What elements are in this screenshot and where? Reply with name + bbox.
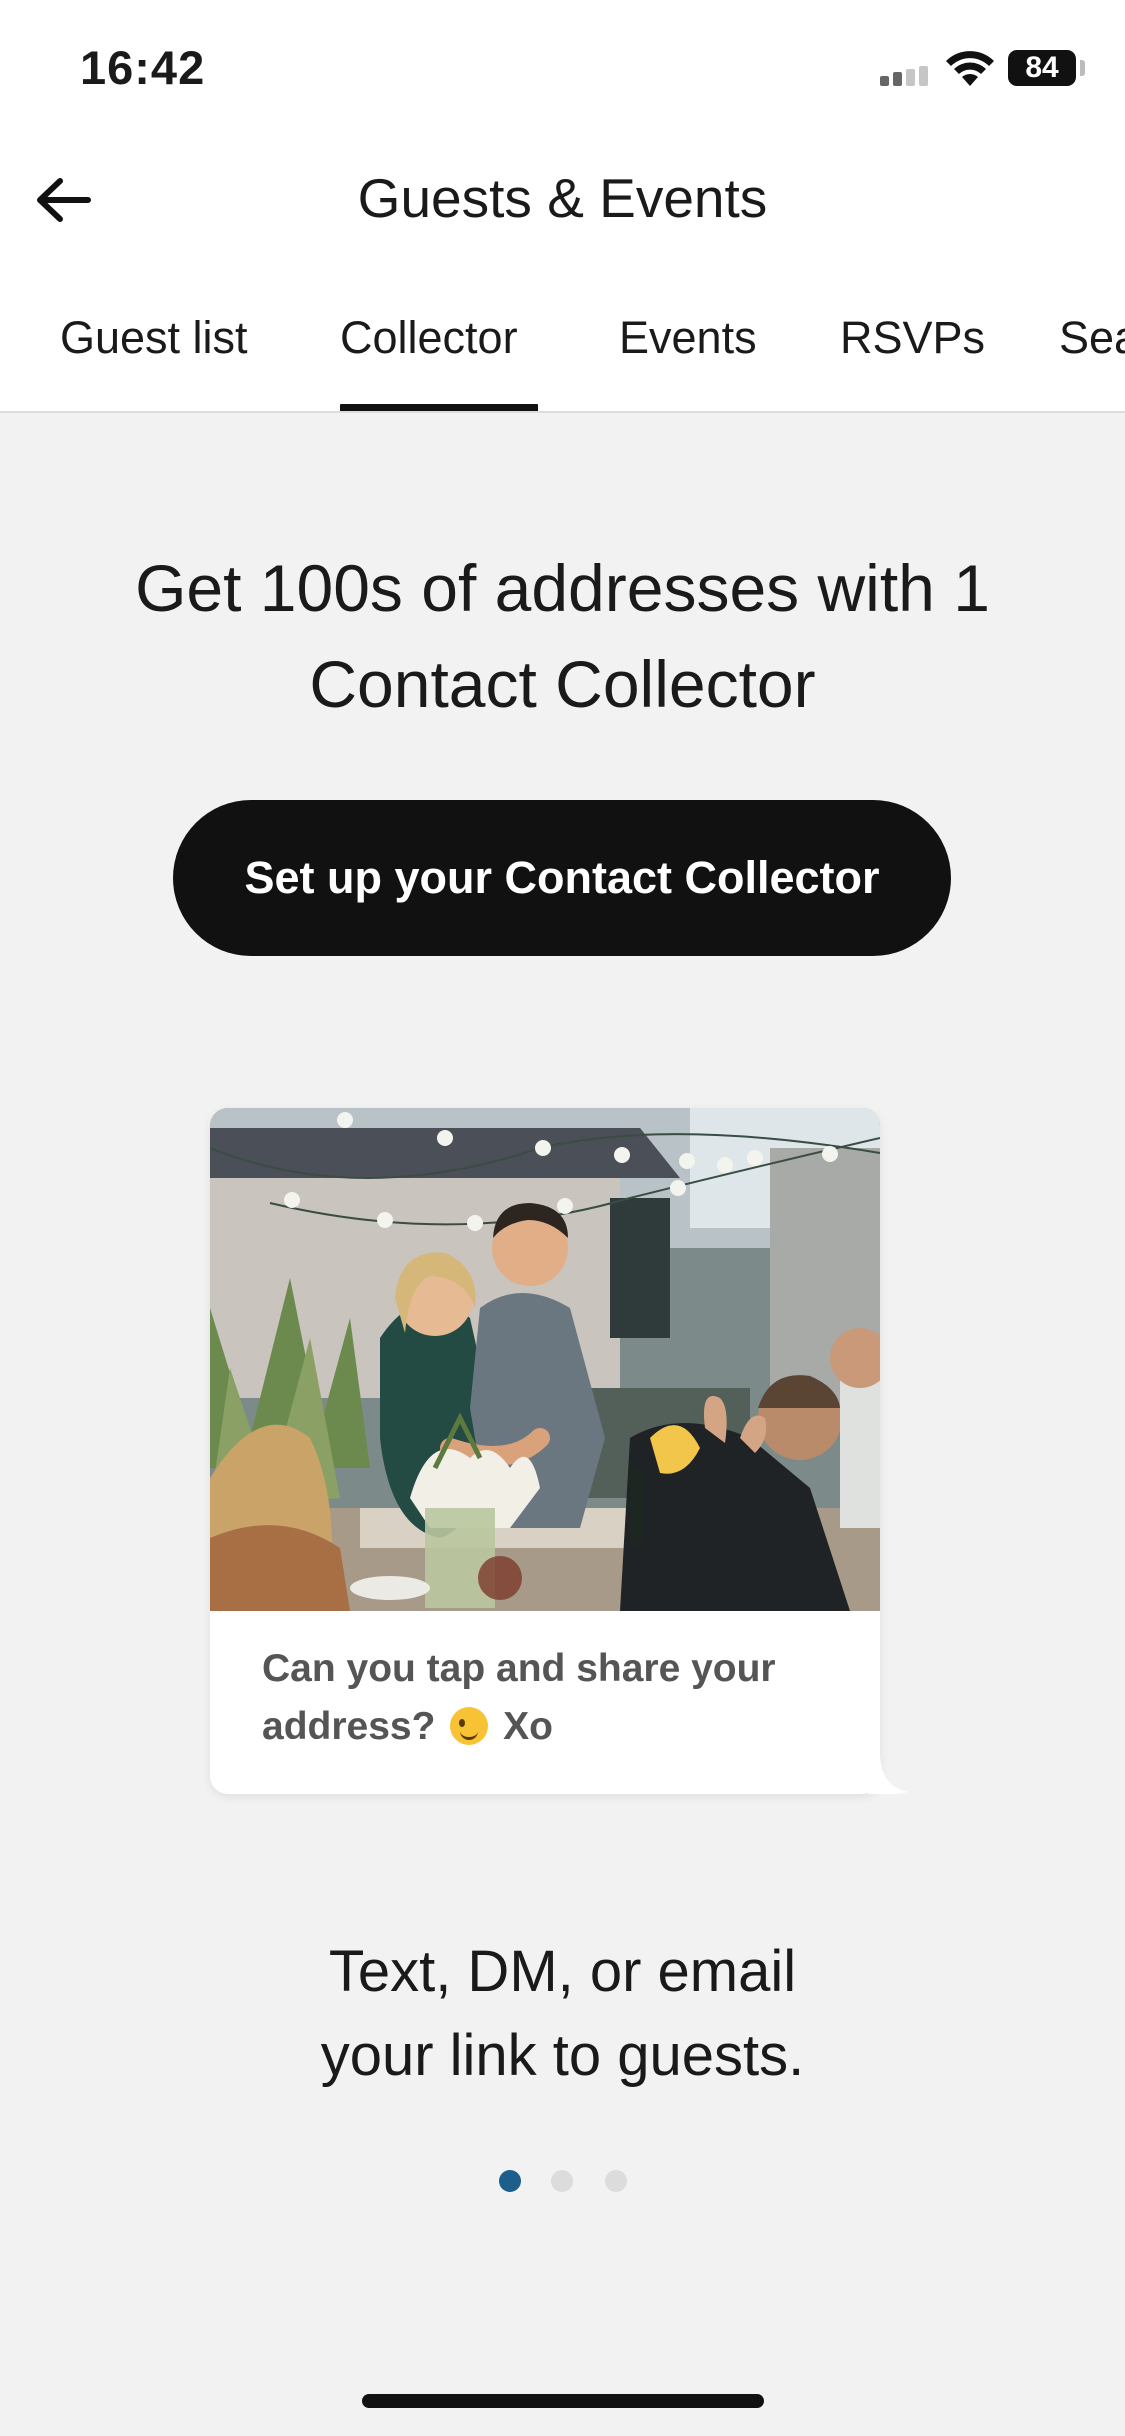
tab-rsvps[interactable]: RSVPs bbox=[840, 312, 985, 364]
pagination-dot-1[interactable] bbox=[499, 2170, 521, 2192]
carousel-caption: Text, DM, or email your link to guests. bbox=[0, 1930, 1125, 2098]
pagination-dot-2[interactable] bbox=[551, 2170, 573, 2192]
wifi-icon bbox=[946, 51, 994, 86]
tab-seating[interactable]: Seating bbox=[1059, 312, 1125, 364]
setup-contact-collector-button[interactable]: Set up your Contact Collector bbox=[173, 800, 951, 956]
tab-events[interactable]: Events bbox=[619, 312, 757, 364]
tab-collector[interactable]: Collector bbox=[340, 312, 518, 364]
caption-line-1: Text, DM, or email bbox=[328, 1939, 797, 2004]
tab-divider bbox=[0, 411, 1125, 413]
caption-line-2: your link to guests. bbox=[320, 2023, 805, 2088]
tab-guest-list[interactable]: Guest list bbox=[60, 312, 248, 364]
message-text-signoff: Xo bbox=[503, 1705, 553, 1748]
party-photo bbox=[210, 1108, 880, 1611]
bubble-tail bbox=[868, 1752, 908, 1794]
carousel-pagination bbox=[0, 2170, 1125, 2194]
battery-cap bbox=[1080, 60, 1085, 76]
message-text: Can you tap and share your address? Xo bbox=[262, 1640, 822, 1756]
home-indicator bbox=[362, 2394, 764, 2408]
status-time: 16:42 bbox=[80, 41, 206, 94]
pagination-dot-3[interactable] bbox=[605, 2170, 627, 2192]
party-photo-illustration bbox=[210, 1108, 880, 1611]
battery-indicator: 84 bbox=[1008, 50, 1076, 86]
headline: Get 100s of addresses with 1 Contact Col… bbox=[135, 551, 990, 721]
cellular-signal-icon bbox=[880, 66, 934, 86]
tab-bar: Guest list Collector Events RSVPs Seatin… bbox=[0, 300, 1125, 412]
wink-emoji-icon bbox=[450, 1707, 489, 1745]
message-card: Can you tap and share your address? Xo bbox=[210, 1108, 880, 1794]
page-title: Guests & Events bbox=[357, 167, 768, 229]
